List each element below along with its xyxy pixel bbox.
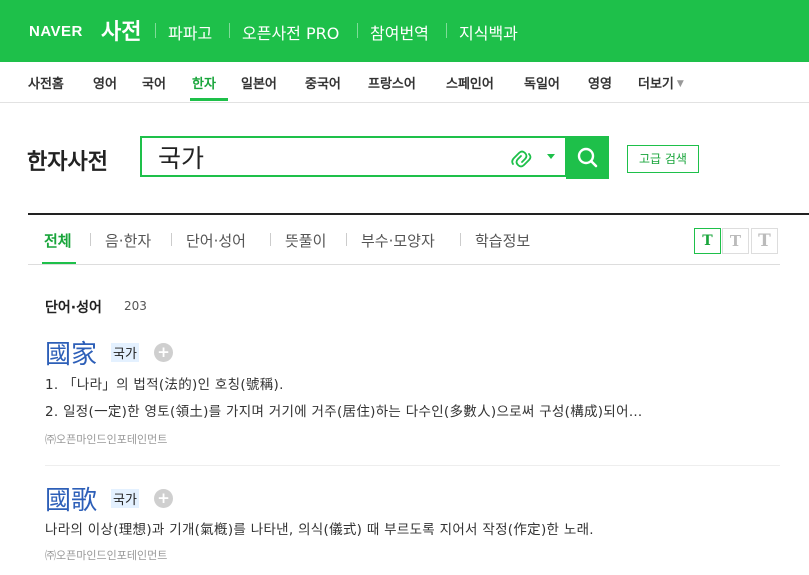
- entry-reading: 국가: [111, 489, 139, 508]
- header-divider: [229, 23, 230, 38]
- naver-logo[interactable]: NAVER: [29, 23, 83, 40]
- tab-divider: [171, 233, 172, 246]
- text-size-medium-button[interactable]: T: [722, 228, 749, 254]
- search-input[interactable]: [158, 139, 488, 175]
- link-icon[interactable]: [510, 149, 536, 173]
- entry-definition: 1. 「나라」의 법적(法的)인 호칭(號稱).: [45, 377, 284, 393]
- subnav-japanese[interactable]: 일본어: [241, 73, 277, 92]
- top-header: NAVER 사전 파파고 오픈사전 PRO 참여번역 지식백과: [0, 0, 809, 62]
- entry-source: ㈜오픈마인드인포테인먼트: [45, 433, 168, 446]
- entry-source: ㈜오픈마인드인포테인먼트: [45, 549, 168, 562]
- dictionary-title: 한자사전: [27, 150, 108, 175]
- content-top-rule: [28, 213, 809, 215]
- add-wordbook-plus-icon[interactable]: +: [154, 489, 173, 508]
- nav-encyclopedia[interactable]: 지식백과: [459, 20, 518, 44]
- add-wordbook-plus-icon[interactable]: +: [154, 343, 173, 362]
- subnav-english-english[interactable]: 영영: [588, 73, 612, 92]
- search-icon: [577, 147, 598, 168]
- dropdown-arrow-icon[interactable]: [547, 154, 555, 159]
- tab-underline: [28, 264, 780, 265]
- subnav-german[interactable]: 독일어: [524, 73, 560, 92]
- tab-divider: [90, 233, 91, 246]
- entry-divider: [45, 465, 780, 466]
- dictionary-subnav: 사전홈 영어 국어 한자 일본어 중국어 프랑스어 스페인어 독일어 영영 더보…: [0, 62, 809, 103]
- subnav-more-label: 더보기: [638, 77, 674, 92]
- entry-reading: 국가: [111, 343, 139, 362]
- entry-definition: 2. 일정(一定)한 영토(領土)를 가지며 거기에 거주(居住)하는 다수인(…: [45, 404, 643, 420]
- nav-translation[interactable]: 참여번역: [370, 20, 429, 44]
- tab-all[interactable]: 전체: [44, 230, 72, 251]
- section-count: 203: [124, 299, 147, 313]
- search-box: [140, 136, 567, 177]
- subnav-english[interactable]: 영어: [93, 73, 117, 92]
- header-divider: [357, 23, 358, 38]
- entry-definition: 나라의 이상(理想)과 기개(氣槪)를 나타낸, 의식(儀式) 때 부르도록 지…: [45, 522, 594, 538]
- subnav-korean[interactable]: 국어: [142, 73, 166, 92]
- subnav-french[interactable]: 프랑스어: [368, 73, 416, 92]
- tab-radical-shape[interactable]: 부수·모양자: [361, 230, 435, 251]
- text-size-large-button[interactable]: T: [751, 228, 778, 254]
- tab-divider: [346, 233, 347, 246]
- search-button[interactable]: [566, 136, 609, 179]
- tab-words-idioms[interactable]: 단어·성어: [186, 230, 246, 251]
- tab-divider: [270, 233, 271, 246]
- header-divider: [446, 23, 447, 38]
- tab-learning-info[interactable]: 학습정보: [475, 230, 530, 251]
- entry-hanja-link[interactable]: 國歌: [45, 480, 97, 517]
- service-title[interactable]: 사전: [101, 14, 141, 46]
- text-size-small-button[interactable]: T: [694, 228, 721, 254]
- subnav-home[interactable]: 사전홈: [28, 73, 64, 92]
- advanced-search-button[interactable]: 고급 검색: [627, 145, 699, 173]
- subnav-active-indicator: [190, 98, 228, 101]
- subnav-hanja[interactable]: 한자: [192, 73, 216, 92]
- header-divider: [155, 23, 156, 38]
- entry-hanja-link[interactable]: 國家: [45, 334, 97, 371]
- nav-open-dict-pro[interactable]: 오픈사전 PRO: [242, 20, 339, 44]
- section-title: 단어·성어: [45, 300, 102, 316]
- nav-papago[interactable]: 파파고: [168, 20, 212, 44]
- tab-meaning[interactable]: 뜻풀이: [285, 230, 326, 251]
- tab-sound-hanja[interactable]: 음·한자: [105, 230, 151, 251]
- subnav-spanish[interactable]: 스페인어: [446, 73, 494, 92]
- tab-divider: [460, 233, 461, 246]
- subnav-more[interactable]: 더보기 ▼: [638, 73, 684, 92]
- subnav-chinese[interactable]: 중국어: [305, 73, 341, 92]
- caret-down-icon: ▼: [676, 79, 684, 89]
